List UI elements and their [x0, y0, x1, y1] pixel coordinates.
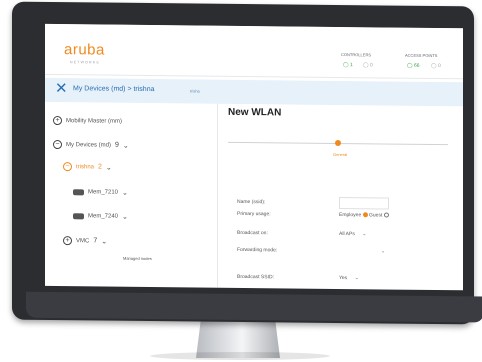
- device-count: 7: [93, 237, 98, 245]
- app-header: aruba NETWORKS CONTROLLERS ◯ 1 ◯ 0 ACCES…: [45, 23, 463, 80]
- broadcast-on-label: Broadcast on:: [237, 229, 268, 237]
- chevron-down-icon[interactable]: ⌄: [122, 189, 128, 197]
- expand-icon[interactable]: +: [53, 116, 62, 126]
- aruba-logo: aruba: [64, 41, 105, 59]
- guest-option-label: Guest: [369, 212, 383, 219]
- controllers-up-count: 1: [350, 62, 353, 69]
- logo-subtitle: NETWORKS: [70, 60, 100, 65]
- page-title: New WLAN: [228, 106, 282, 119]
- monitor-frame: aruba NETWORKS CONTROLLERS ◯ 1 ◯ 0 ACCES…: [12, 1, 482, 325]
- tree-item-label: trishna: [76, 163, 95, 170]
- chevron-down-icon[interactable]: ⌄: [106, 163, 112, 171]
- collapse-icon[interactable]: −: [53, 140, 62, 150]
- chevron-down-icon[interactable]: ⌄: [101, 237, 107, 245]
- tree-item-label: My Devices (md): [66, 141, 112, 149]
- close-icon[interactable]: ✕: [55, 80, 68, 98]
- employee-radio[interactable]: [362, 212, 368, 218]
- main-panel: New WLAN General Name (ssid): Primary us…: [225, 104, 463, 290]
- wizard-step-label[interactable]: General: [333, 152, 347, 157]
- chevron-down-icon: ⌄: [381, 248, 386, 255]
- controllers-down[interactable]: ◯ 0: [363, 62, 373, 68]
- access-points-up[interactable]: ◯ 66: [407, 63, 420, 69]
- broadcast-ssid-label: Broadcast SSID:: [237, 273, 274, 281]
- tree-item-label: Mem_7240: [88, 213, 119, 220]
- screen: aruba NETWORKS CONTROLLERS ◯ 1 ◯ 0 ACCES…: [45, 23, 463, 291]
- tree-item-mobility-master[interactable]: + Mobility Master (mm): [53, 116, 122, 126]
- guest-radio[interactable]: [383, 212, 389, 218]
- broadcast-ssid-select[interactable]: Yes ⌄: [339, 275, 359, 281]
- controller-icon: [73, 189, 84, 196]
- tree-item-mem-7240[interactable]: Mem_7240 ⌄: [73, 212, 128, 221]
- breadcrumb[interactable]: My Devices (md) > trishna: [73, 85, 155, 93]
- breadcrumb-tag: trisha: [190, 88, 200, 94]
- access-points-label: ACCESS POINTS: [405, 52, 438, 59]
- collapse-icon[interactable]: −: [63, 162, 72, 172]
- tree-item-label: Mem_7210: [88, 189, 119, 196]
- monitor-chin: [26, 291, 482, 323]
- tree-item-trishna[interactable]: − trishna 2 ⌄: [63, 162, 112, 172]
- controllers-up[interactable]: ◯ 1: [343, 62, 353, 68]
- tree-item-mem-7210[interactable]: Mem_7210 ⌄: [73, 188, 128, 197]
- controllers-down-count: 0: [370, 62, 373, 69]
- forwarding-mode-select[interactable]: ⌄: [375, 248, 385, 254]
- chevron-down-icon: ⌄: [354, 275, 359, 282]
- access-points-up-count: 66: [414, 62, 420, 69]
- device-count: 2: [98, 163, 102, 171]
- controller-icon: [73, 213, 84, 220]
- device-count: 9: [115, 141, 119, 149]
- controllers-label: CONTROLLERS: [341, 52, 372, 58]
- broadcast-on-value: All APs: [339, 231, 355, 238]
- tree-item-label: Mobility Master (mm): [66, 117, 123, 125]
- chevron-down-icon: ⌄: [362, 231, 367, 238]
- name-label: Name (ssid):: [237, 198, 266, 206]
- chevron-down-icon[interactable]: ⌄: [122, 213, 128, 221]
- name-input[interactable]: [339, 197, 389, 210]
- tree-item-my-devices[interactable]: − My Devices (md) 9 ⌄: [53, 140, 129, 150]
- tree-item-label: VMC: [76, 237, 90, 244]
- stand-shadow: [150, 352, 330, 360]
- device-tree: + Mobility Master (mm) − My Devices (md)…: [45, 101, 218, 288]
- forwarding-mode-label: Forwarding mode:: [237, 246, 278, 254]
- expand-icon[interactable]: +: [63, 236, 72, 246]
- broadcast-on-select[interactable]: All APs ⌄: [339, 231, 366, 237]
- primary-usage-options: Employee Guest: [339, 212, 389, 219]
- primary-usage-label: Primary usage:: [237, 210, 271, 218]
- chevron-down-icon[interactable]: ⌄: [123, 141, 129, 149]
- managed-nodes-label: Managed nodes: [123, 256, 152, 261]
- access-points-down[interactable]: ◯ 0: [431, 63, 441, 69]
- access-points-down-count: 0: [438, 63, 441, 70]
- managed-nodes-text: Managed nodes: [123, 255, 152, 262]
- tree-item-vmc[interactable]: + VMC 7 ⌄: [63, 236, 107, 246]
- broadcast-ssid-value: Yes: [339, 275, 348, 282]
- wizard-step-marker[interactable]: [335, 139, 341, 147]
- employee-option-label: Employee: [339, 212, 362, 219]
